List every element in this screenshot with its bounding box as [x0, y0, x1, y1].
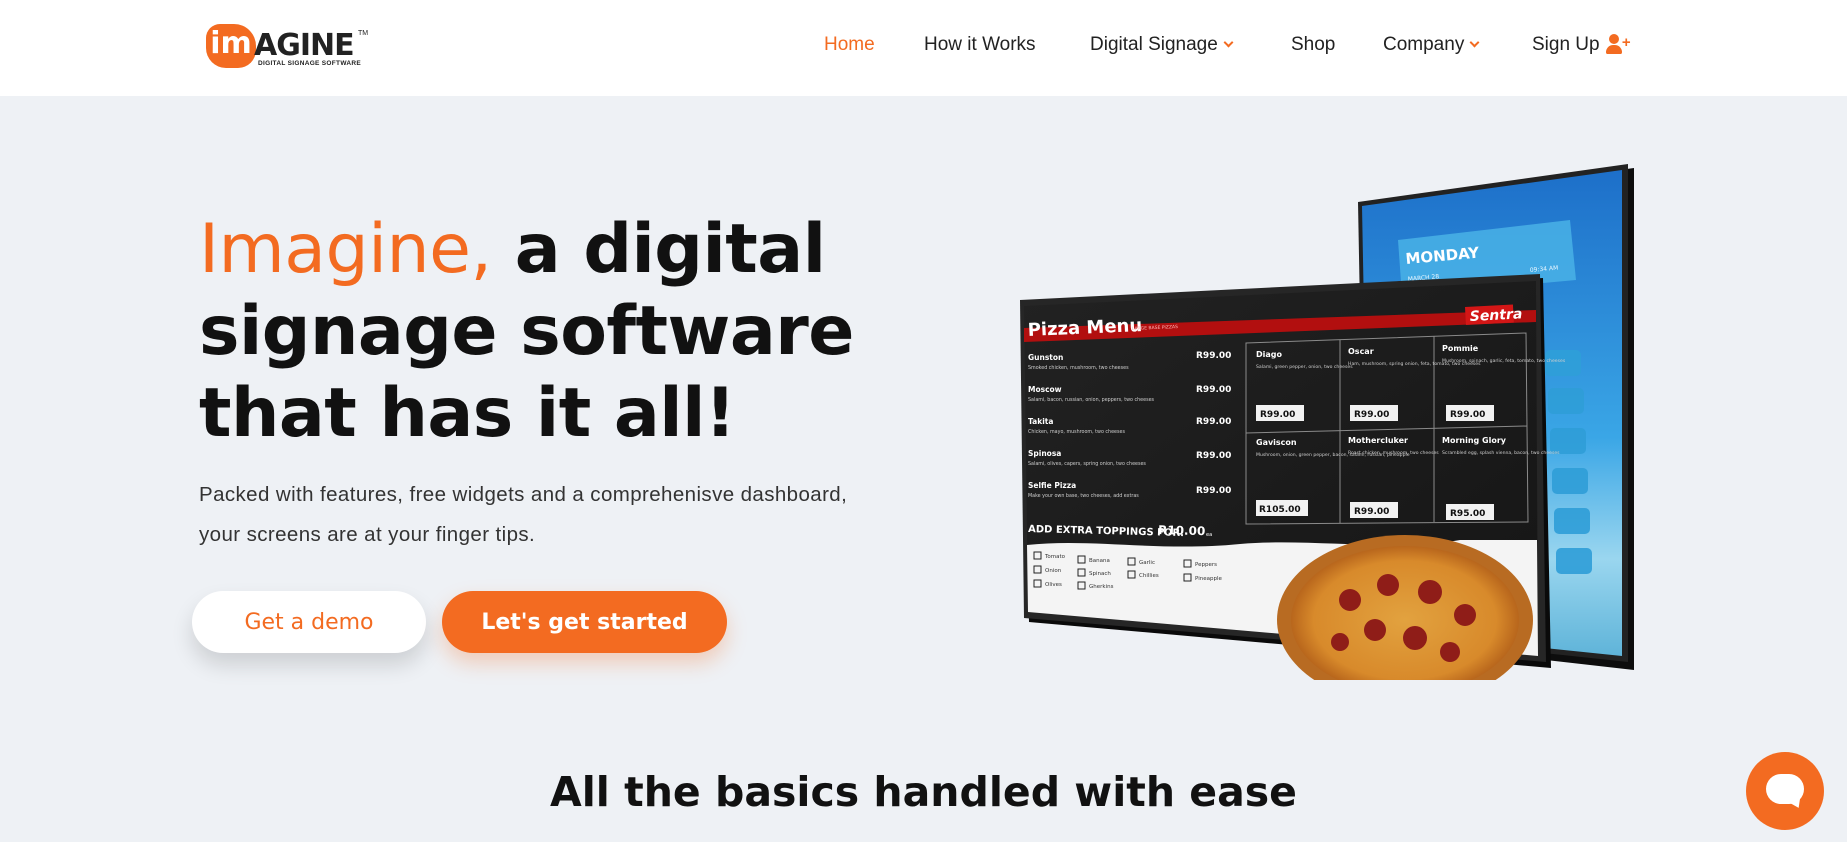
- hero-description: Packed with features, free widgets and a…: [199, 475, 939, 555]
- topping-label: Olives: [1045, 582, 1062, 588]
- menu-grid-item-desc: Roast chicken, mushroom, two cheeses: [1348, 450, 1439, 456]
- nav-how-it-works-label: How it Works: [924, 34, 1036, 55]
- nav-digital-signage-dropdown[interactable]: Digital Signage: [1090, 33, 1234, 57]
- nav-home-link[interactable]: Home: [824, 33, 875, 57]
- nav-sign-up-link[interactable]: Sign Up +: [1532, 33, 1632, 57]
- hero-title-part-3: that has it all!: [199, 374, 736, 453]
- topping-label: Chillies: [1139, 573, 1159, 579]
- menu-item-price: R99.00: [1196, 385, 1231, 395]
- menu-grid-item-name: Mothercluker: [1348, 436, 1408, 445]
- menu-item-price: R99.00: [1196, 451, 1231, 461]
- logo-wordmark: AGINE: [254, 28, 355, 63]
- chat-widget-button[interactable]: [1746, 752, 1824, 830]
- menu-grid-item-name: Oscar: [1348, 347, 1374, 356]
- hero-title-part-2: signage software: [199, 292, 854, 371]
- menu-grid-item-name: Pommie: [1442, 344, 1479, 353]
- extra-toppings-price: R10.00: [1158, 523, 1206, 538]
- topping-label: Spinach: [1089, 571, 1111, 577]
- topping-label: Pineapple: [1195, 576, 1222, 582]
- nav-shop-label: Shop: [1291, 34, 1336, 55]
- get-a-demo-button[interactable]: Get a demo: [192, 591, 426, 653]
- menu-item-name: Spinosa: [1028, 449, 1061, 458]
- menu-grid-item-desc: Salami, green pepper, onion, two cheeses: [1256, 364, 1353, 370]
- menu-grid-item-price: R99.00: [1354, 410, 1389, 420]
- pizza-menu-screen: Sentra Pizza Menu LARGE BASE PIZZAS Guns…: [1020, 274, 1566, 680]
- top-navigation: im AGINE TM DIGITAL SIGNAGE SOFTWARE Hom…: [0, 0, 1847, 96]
- menu-grid-item-name: Morning Glory: [1442, 436, 1507, 445]
- menu-item-desc: Smoked chicken, mushroom, two cheeses: [1028, 365, 1129, 371]
- menu-grid-item-price: R105.00: [1259, 505, 1301, 515]
- imagine-logo[interactable]: im AGINE TM DIGITAL SIGNAGE SOFTWARE: [206, 18, 369, 72]
- topping-label: Peppers: [1195, 562, 1217, 568]
- menu-grid-item-name: Gaviscon: [1256, 438, 1297, 447]
- menu-grid-item-desc: Mushroom, spinach, garlic, feta, tomato,…: [1442, 358, 1566, 364]
- hero-title-accent: Imagine,: [199, 210, 492, 289]
- topping-label: Gherkins: [1089, 584, 1114, 590]
- topping-label: Garlic: [1139, 560, 1155, 566]
- menu-item-name: Selfie Pizza: [1028, 481, 1076, 490]
- hero-description-line-2: your screens are at your finger tips.: [199, 523, 536, 546]
- menu-grid-item-desc: Scrambled egg, splash vienna, bacon, two…: [1442, 450, 1560, 456]
- logo-trademark: TM: [358, 30, 369, 37]
- hero-title: Imagine, a digital signage software that…: [199, 209, 939, 455]
- menu-grid-item-price: R99.00: [1260, 410, 1295, 420]
- menu-item-price: R99.00: [1196, 486, 1231, 496]
- topping-label: Onion: [1045, 568, 1062, 574]
- menu-grid-item-price: R99.00: [1354, 507, 1389, 517]
- topping-label: Banana: [1089, 558, 1110, 564]
- nav-company-label: Company: [1383, 34, 1465, 55]
- lets-get-started-button[interactable]: Let's get started: [442, 591, 727, 653]
- chevron-down-icon: [1469, 37, 1480, 48]
- menu-item-desc: Make your own base, two cheeses, add ext…: [1028, 493, 1139, 499]
- menu-brand-text: Sentra: [1469, 306, 1522, 325]
- extra-toppings-suffix: ea: [1206, 532, 1212, 538]
- menu-item-name: Takita: [1028, 417, 1053, 426]
- nav-home-label: Home: [824, 34, 875, 55]
- user-plus-icon: +: [1605, 34, 1632, 56]
- menu-item-price: R99.00: [1196, 351, 1231, 361]
- nav-sign-up-label: Sign Up: [1532, 34, 1600, 55]
- hero-description-line-1: Packed with features, free widgets and a…: [199, 483, 848, 506]
- menu-item-price: R99.00: [1196, 417, 1231, 427]
- nav-shop-link[interactable]: Shop: [1291, 33, 1335, 57]
- hero-title-part-1: a digital: [514, 210, 826, 289]
- nav-company-dropdown[interactable]: Company: [1383, 33, 1480, 57]
- menu-grid-item-name: Diago: [1256, 350, 1283, 359]
- menu-item-desc: Salami, bacon, russian, onion, peppers, …: [1028, 397, 1155, 403]
- menu-item-name: Gunston: [1028, 353, 1063, 362]
- menu-item-desc: Salami, olives, capers, spring onion, tw…: [1028, 461, 1146, 467]
- nav-digital-signage-label: Digital Signage: [1090, 34, 1218, 55]
- menu-grid-item-price: R99.00: [1450, 410, 1485, 420]
- logo-mark: im: [206, 24, 256, 68]
- nav-how-it-works-link[interactable]: How it Works: [924, 33, 1036, 57]
- menu-grid-item-price: R95.00: [1450, 509, 1485, 519]
- menu-item-desc: Chicken, mayo, mushroom, two cheeses: [1028, 429, 1125, 435]
- chevron-down-icon: [1223, 37, 1234, 48]
- menu-item-name: Moscow: [1028, 385, 1062, 394]
- section-heading: All the basics handled with ease: [550, 768, 1297, 816]
- signage-screens-illustration: MONDAY MARCH 28 09:34 AM Sentra Pizza Me…: [1020, 164, 1634, 680]
- logo-tagline: DIGITAL SIGNAGE SOFTWARE: [258, 60, 362, 67]
- topping-label: Tomato: [1044, 554, 1066, 560]
